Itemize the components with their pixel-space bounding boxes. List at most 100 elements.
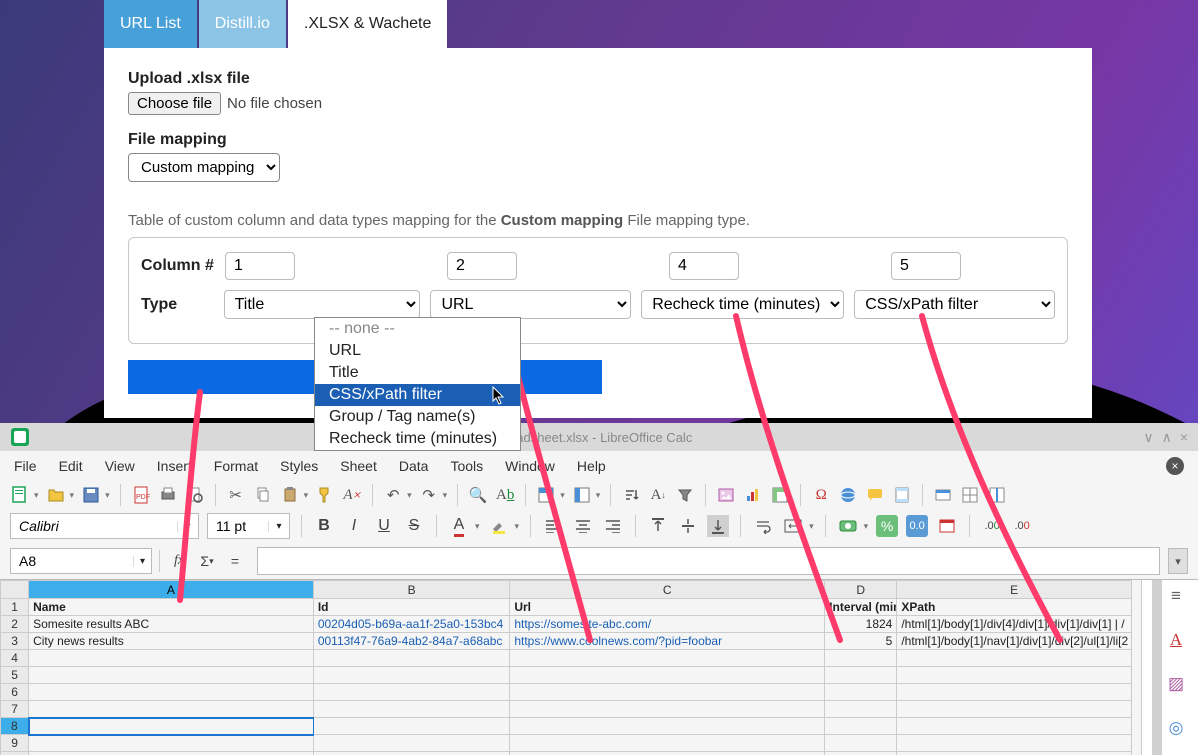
font-color-icon[interactable]: A bbox=[448, 515, 470, 537]
cell-a4[interactable] bbox=[29, 650, 314, 667]
cell-a9[interactable] bbox=[29, 735, 314, 752]
menu-insert[interactable]: Insert bbox=[157, 458, 192, 474]
tab-url-list[interactable]: URL List bbox=[104, 0, 197, 48]
headers-footers-icon[interactable] bbox=[892, 485, 912, 505]
column-input-4[interactable] bbox=[891, 252, 961, 280]
save-icon[interactable] bbox=[81, 485, 101, 505]
remove-decimal-icon[interactable]: .00 bbox=[1011, 515, 1033, 537]
cell-a3[interactable]: City news results bbox=[29, 633, 314, 650]
column-input-1[interactable] bbox=[225, 252, 295, 280]
open-icon[interactable] bbox=[46, 485, 66, 505]
row-header-6[interactable]: 6 bbox=[1, 684, 29, 701]
row-header-9[interactable]: 9 bbox=[1, 735, 29, 752]
row-header-10[interactable]: 10 bbox=[1, 752, 29, 755]
print-preview-icon[interactable] bbox=[185, 485, 205, 505]
add-decimal-icon[interactable]: .00 bbox=[981, 515, 1003, 537]
font-size-combo[interactable]: ▾ bbox=[207, 513, 290, 539]
redo-icon[interactable]: ↷ bbox=[419, 485, 439, 505]
row-header-7[interactable]: 7 bbox=[1, 701, 29, 718]
sort-asc-icon[interactable] bbox=[621, 485, 641, 505]
col-header-a[interactable]: A bbox=[29, 581, 314, 599]
sidebar-styles-icon[interactable]: A bbox=[1170, 630, 1182, 650]
cell-a1[interactable]: Name bbox=[29, 599, 314, 616]
spreadsheet-grid[interactable]: A B C D E 1 Name Id Url Interval (min) X… bbox=[0, 580, 1141, 755]
cell-reference-combo[interactable]: ▾ bbox=[10, 548, 152, 574]
cell-a8[interactable] bbox=[29, 718, 314, 735]
menu-tools[interactable]: Tools bbox=[450, 458, 483, 474]
insert-chart-icon[interactable] bbox=[743, 485, 763, 505]
currency-dropdown[interactable]: ▾ bbox=[864, 521, 869, 532]
cell-a2[interactable]: Somesite results ABC bbox=[29, 616, 314, 633]
comment-icon[interactable] bbox=[865, 485, 885, 505]
new-doc-icon[interactable] bbox=[10, 485, 30, 505]
mapping-select[interactable]: Custom mapping bbox=[128, 153, 280, 182]
cell-b2[interactable]: 00204d05-b69a-aa1f-25a0-153bc4 bbox=[313, 616, 510, 633]
row-header-8[interactable]: 8 bbox=[1, 718, 29, 735]
paste-dropdown[interactable]: ▾ bbox=[304, 490, 309, 501]
cell-b3[interactable]: 00113f47-76a9-4ab2-84a7-a68abc bbox=[313, 633, 510, 650]
type-select-1[interactable]: Title bbox=[224, 290, 421, 319]
col-header-c[interactable]: C bbox=[510, 581, 825, 599]
number-icon[interactable]: 0.0 bbox=[906, 515, 928, 537]
type-select-3[interactable]: Recheck time (minutes) bbox=[641, 290, 844, 319]
highlight-color-icon[interactable] bbox=[488, 515, 510, 537]
cell-e3[interactable]: /html[1]/body[1]/nav[1]/div[1]/div[2]/ul… bbox=[897, 633, 1132, 650]
menu-data[interactable]: Data bbox=[399, 458, 429, 474]
cell-d3[interactable]: 5 bbox=[825, 633, 897, 650]
equals-icon[interactable]: = bbox=[223, 549, 247, 573]
menu-styles[interactable]: Styles bbox=[280, 458, 318, 474]
strikethrough-icon[interactable]: S bbox=[403, 515, 425, 537]
tab-distill[interactable]: Distill.io bbox=[199, 0, 286, 48]
dropdown-option-title[interactable]: Title bbox=[315, 362, 520, 384]
spellcheck-icon[interactable]: Ab bbox=[495, 485, 515, 505]
sidebar-navigator-icon[interactable]: ◎ bbox=[1169, 718, 1184, 738]
tab-xlsx-wachete[interactable]: .XLSX & Wachete bbox=[288, 0, 447, 48]
insert-image-icon[interactable] bbox=[716, 485, 736, 505]
new-doc-dropdown[interactable]: ▾ bbox=[34, 490, 39, 501]
merge-cells-icon[interactable] bbox=[782, 515, 804, 537]
document-close-icon[interactable]: × bbox=[1166, 457, 1184, 475]
menu-format[interactable]: Format bbox=[214, 458, 258, 474]
column-icon[interactable] bbox=[572, 485, 592, 505]
row-header-4[interactable]: 4 bbox=[1, 650, 29, 667]
maximize-icon[interactable]: ∧ bbox=[1162, 429, 1172, 446]
export-pdf-icon[interactable]: PDF bbox=[131, 485, 151, 505]
menu-edit[interactable]: Edit bbox=[59, 458, 83, 474]
menu-view[interactable]: View bbox=[105, 458, 135, 474]
align-top-icon[interactable] bbox=[647, 515, 669, 537]
cell-reference-dropdown-icon[interactable]: ▾ bbox=[133, 556, 151, 567]
cell-d2[interactable]: 1824 bbox=[825, 616, 897, 633]
bold-icon[interactable]: B bbox=[313, 515, 335, 537]
row-header-1[interactable]: 1 bbox=[1, 599, 29, 616]
column-dropdown[interactable]: ▾ bbox=[596, 490, 601, 501]
dropdown-option-group[interactable]: Group / Tag name(s) bbox=[315, 406, 520, 428]
define-range-icon[interactable] bbox=[933, 485, 953, 505]
cell-b1[interactable]: Id bbox=[313, 599, 510, 616]
underline-icon[interactable]: U bbox=[373, 515, 395, 537]
autofilter-icon[interactable] bbox=[675, 485, 695, 505]
find-replace-icon[interactable]: 🔍 bbox=[468, 485, 488, 505]
insert-pivot-icon[interactable] bbox=[770, 485, 790, 505]
save-dropdown[interactable]: ▾ bbox=[105, 490, 110, 501]
cut-icon[interactable]: ✂ bbox=[226, 485, 246, 505]
col-header-b[interactable]: B bbox=[313, 581, 510, 599]
dropdown-option-url[interactable]: URL bbox=[315, 340, 520, 362]
cell-a6[interactable] bbox=[29, 684, 314, 701]
clear-formatting-icon[interactable]: A⨯ bbox=[342, 485, 362, 505]
type-select-4[interactable]: CSS/xPath filter bbox=[854, 290, 1055, 319]
paste-icon[interactable] bbox=[280, 485, 300, 505]
formula-input[interactable] bbox=[257, 547, 1160, 575]
wrap-text-icon[interactable] bbox=[752, 515, 774, 537]
copy-icon[interactable] bbox=[253, 485, 273, 505]
cell-e1[interactable]: XPath bbox=[897, 599, 1132, 616]
print-icon[interactable] bbox=[158, 485, 178, 505]
sum-icon[interactable]: Σ▾ bbox=[195, 549, 219, 573]
currency-icon[interactable] bbox=[837, 515, 859, 537]
font-size-dropdown-icon[interactable]: ▾ bbox=[268, 521, 289, 532]
align-vcenter-icon[interactable] bbox=[677, 515, 699, 537]
split-window-icon[interactable] bbox=[987, 485, 1007, 505]
row-dropdown[interactable]: ▾ bbox=[560, 490, 565, 501]
col-header-d[interactable]: D bbox=[825, 581, 897, 599]
dropdown-option-cssxpath[interactable]: CSS/xPath filter bbox=[315, 384, 520, 406]
cell-a5[interactable] bbox=[29, 667, 314, 684]
